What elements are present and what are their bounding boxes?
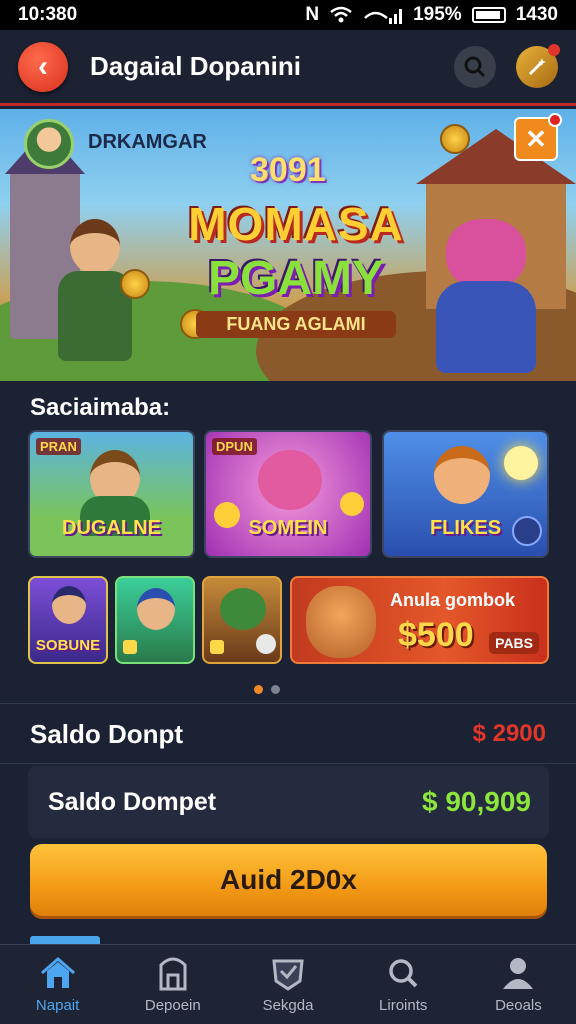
- page-title: Dagaial Dopanini: [90, 51, 301, 81]
- close-icon: ✕: [525, 123, 547, 154]
- app-header: ‹ Dagaial Dopanini: [0, 30, 576, 106]
- game-card-tag: DPUN: [212, 438, 257, 455]
- game-card-label: FLIKES: [429, 517, 502, 539]
- game-card[interactable]: FLIKES: [382, 430, 549, 558]
- nav-label: Napait: [35, 997, 80, 1014]
- nav-label: Sekgda: [262, 997, 314, 1014]
- deposit-icon: [159, 957, 187, 991]
- coin-icon: [440, 124, 470, 154]
- wallet-card: Saldo Dompet $ 90,909: [28, 766, 549, 838]
- user-icon: [503, 958, 534, 989]
- game-card[interactable]: DPUN SOMEIN: [204, 430, 372, 558]
- status-clock-right: 1430: [515, 4, 558, 25]
- nav-item-security[interactable]: Sekgda: [230, 945, 345, 1024]
- signal-icon: [364, 9, 403, 24]
- banner-mascot-character: [426, 219, 546, 379]
- nav-item-profile[interactable]: Deoals: [461, 945, 576, 1024]
- banner-title-line2: PGAMY: [207, 252, 384, 305]
- game-card-tag: PRAN: [36, 438, 81, 455]
- nav-item-deposit[interactable]: Depoein: [115, 945, 230, 1024]
- battery-icon: [471, 7, 506, 23]
- wallet-label: Saldo Dompet: [48, 787, 217, 816]
- banner-title-line1: MOMASA: [188, 198, 404, 250]
- game-card-small[interactable]: [202, 576, 282, 664]
- avatar[interactable]: [24, 119, 74, 169]
- divider: [0, 763, 576, 764]
- battery-percent: 195%: [413, 4, 462, 25]
- status-time: 10:380: [18, 4, 78, 25]
- nav-label: Depoein: [144, 997, 201, 1014]
- promo-amount: $500: [398, 616, 474, 654]
- carousel-dot[interactable]: [254, 685, 263, 694]
- back-button[interactable]: ‹: [18, 41, 68, 92]
- coin-icon: [120, 269, 150, 299]
- divider: [0, 703, 576, 704]
- carousel-dot[interactable]: [271, 685, 280, 694]
- magic-wand-icon: [528, 57, 546, 75]
- game-card-small[interactable]: [115, 576, 195, 664]
- banner-subtitle: FUANG AGLAMI: [196, 311, 396, 338]
- notification-dot: [548, 113, 562, 127]
- game-card-label: SOMEIN: [248, 517, 328, 539]
- game-card-label: DUGALNE: [62, 517, 161, 539]
- notification-dot: [548, 43, 560, 56]
- search-icon: [464, 56, 486, 77]
- nav-item-home[interactable]: Napait: [0, 945, 115, 1024]
- chevron-left-icon: ‹: [38, 49, 48, 83]
- status-icons: N 195% 1430: [305, 4, 558, 26]
- shield-icon: [272, 959, 304, 991]
- game-card[interactable]: PRAN DUGALNE: [28, 430, 195, 558]
- close-banner-button[interactable]: ✕: [514, 113, 562, 161]
- promo-banner[interactable]: DRKAMGAR ✕ 3091 MOMASA PGAMY FUANG AGLAM…: [0, 109, 576, 381]
- nav-label: Liroints: [379, 997, 428, 1014]
- promo-title: Anula gombok: [390, 590, 515, 610]
- search-icon: [389, 959, 418, 988]
- balance-label: Saldo Donpt: [30, 718, 184, 749]
- game-card-small[interactable]: SOBUNE: [28, 576, 108, 664]
- wallet-value: $ 90,909: [422, 786, 531, 817]
- balance-row: Saldo Donpt $ 2900: [0, 705, 576, 763]
- nav-label: Deoals: [495, 997, 542, 1014]
- wifi-icon: [330, 6, 352, 23]
- promo-pill-button[interactable]: PABS: [489, 632, 539, 654]
- section-title: Saciaimaba:: [30, 394, 171, 421]
- banner-game-number: 3091: [250, 151, 326, 189]
- promo-mascot: [306, 586, 376, 658]
- network-indicator: N: [305, 4, 320, 25]
- nav-item-search[interactable]: Liroints: [346, 945, 461, 1024]
- balance-value: $ 2900: [472, 720, 546, 747]
- user-name: DRKAMGAR: [88, 131, 207, 153]
- rewards-button[interactable]: [516, 43, 560, 88]
- primary-action-button[interactable]: Auid 2D0x: [30, 844, 547, 916]
- promo-card[interactable]: Anula gombok $500 PABS: [290, 576, 549, 664]
- home-icon: [40, 957, 75, 988]
- status-bar: 10:380 N 195% 1430: [0, 0, 576, 30]
- search-button[interactable]: [454, 45, 496, 88]
- bottom-nav: Napait Depoein Sekgda Liroints Deoals: [0, 944, 576, 1024]
- carousel-dots: [254, 685, 280, 694]
- game-card-label: SOBUNE: [35, 637, 101, 654]
